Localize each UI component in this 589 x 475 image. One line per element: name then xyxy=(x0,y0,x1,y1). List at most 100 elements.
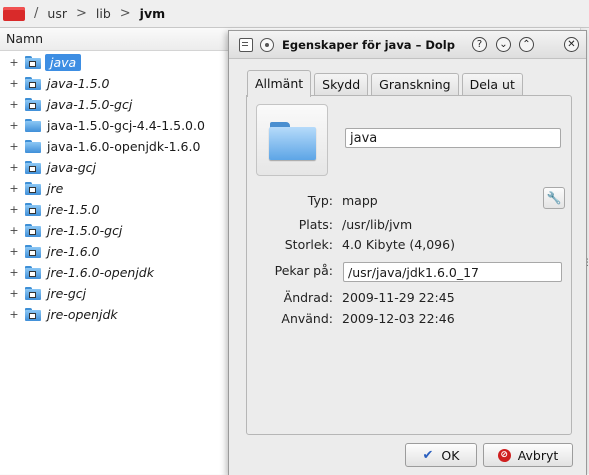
modified-row: Ändrad: 2009-11-29 22:45 xyxy=(247,289,547,307)
places-folder-icon[interactable] xyxy=(3,6,25,21)
expand-icon[interactable]: + xyxy=(9,98,19,111)
folder-link-icon xyxy=(25,223,41,237)
expand-icon[interactable]: + xyxy=(9,224,19,237)
folder-icon xyxy=(25,139,41,153)
points-to-field[interactable]: /usr/java/jdk1.6.0_17 xyxy=(343,262,562,282)
tree-item[interactable]: + java-1.6.0-openjdk-1.6.0 xyxy=(0,136,232,156)
folder-link-icon xyxy=(25,202,41,216)
location-value: /usr/lib/jvm xyxy=(342,217,413,232)
file-tree[interactable]: Namn + java + java-1.5.0 + java-1.5.0-gcj + jav… xyxy=(0,28,232,474)
breadcrumb-lib[interactable]: lib xyxy=(96,6,111,21)
tree-item[interactable]: + jre xyxy=(0,178,232,198)
cancel-label: Avbryt xyxy=(517,447,559,463)
tree-item-label: jre-openjdk xyxy=(47,306,118,322)
breadcrumb-usr[interactable]: usr xyxy=(47,6,67,21)
expand-icon[interactable]: + xyxy=(9,308,19,321)
dialog-title: Egenskaper för java – Dolp xyxy=(282,37,455,52)
folder-link-icon xyxy=(25,160,41,174)
tree-item-label: java-1.5.0-gcj xyxy=(47,96,133,112)
breadcrumb-jvm[interactable]: jvm xyxy=(140,6,165,21)
folder-icon-button[interactable] xyxy=(256,104,328,176)
tree-item[interactable]: + jre-gcj xyxy=(0,283,232,303)
tree-item[interactable]: + java-gcj xyxy=(0,157,232,177)
tree-item[interactable]: + java-1.5.0-gcj xyxy=(0,94,232,114)
tree-item-label: java-1.5.0 xyxy=(47,75,110,91)
accessed-row: Använd: 2009-12-03 22:46 xyxy=(247,310,547,328)
folder-link-icon xyxy=(25,265,41,279)
tree-item-label: java xyxy=(45,53,82,71)
on-all-desktops-icon[interactable] xyxy=(260,37,274,52)
expand-icon[interactable]: + xyxy=(9,119,19,132)
accessed-value: 2009-12-03 22:46 xyxy=(342,311,455,326)
tab-permissions[interactable]: Skydd xyxy=(314,73,369,96)
tree-item-label: jre-1.5.0-gcj xyxy=(47,222,123,238)
folder-link-icon xyxy=(25,307,41,321)
tree-item[interactable]: + jre-openjdk xyxy=(0,304,232,324)
ok-button[interactable]: ✔ OK xyxy=(405,443,477,467)
tree-item[interactable]: + jre-1.6.0 xyxy=(0,241,232,261)
folder-link-icon xyxy=(25,97,41,111)
tree-item[interactable]: + jre-1.5.0-gcj xyxy=(0,220,232,240)
tree-item[interactable]: + java xyxy=(0,52,232,72)
tree-item-label: jre-1.5.0 xyxy=(47,201,100,217)
modified-value: 2009-11-29 22:45 xyxy=(342,290,455,305)
expand-icon[interactable]: + xyxy=(9,77,19,90)
tab-preview[interactable]: Granskning xyxy=(371,73,459,96)
wrench-icon: 🔧 xyxy=(546,191,562,205)
window-menu-icon[interactable] xyxy=(239,37,253,52)
expand-icon[interactable]: + xyxy=(9,182,19,195)
expand-icon[interactable]: + xyxy=(9,140,19,153)
maximize-button[interactable]: ⌃ xyxy=(519,37,534,52)
size-value: 4.0 Kibyte (4,096) xyxy=(342,237,455,252)
expand-icon[interactable]: + xyxy=(9,266,19,279)
expand-icon[interactable]: + xyxy=(9,245,19,258)
properties-dialog: Egenskaper för java – Dolp ? ⌄ ⌃ ✕ Allmä… xyxy=(228,30,587,475)
tree-item-label: jre xyxy=(47,180,64,196)
expand-icon[interactable]: + xyxy=(9,287,19,300)
location-label: Plats: xyxy=(298,217,333,232)
general-tab-panel: java Typ: mapp 🔧 Plats: /usr/lib/jvm Sto… xyxy=(246,95,572,435)
points-to-label: Pekar på: xyxy=(274,263,333,278)
tree-item-label: jre-1.6.0-openjdk xyxy=(47,264,154,280)
breadcrumb-root[interactable]: / xyxy=(34,6,38,21)
folder-link-icon xyxy=(25,55,41,69)
configure-file-type-button[interactable]: 🔧 xyxy=(543,187,565,209)
type-row: Typ: mapp xyxy=(247,192,547,210)
tree-item-label: jre-1.6.0 xyxy=(47,243,100,259)
breadcrumb-separator: > xyxy=(75,6,87,21)
close-button[interactable]: ✕ xyxy=(564,37,579,52)
folder-link-icon xyxy=(25,181,41,195)
location-row: Plats: /usr/lib/jvm xyxy=(247,216,547,234)
points-to-row: Pekar på: /usr/java/jdk1.6.0_17 xyxy=(247,262,567,282)
check-icon: ✔ xyxy=(422,447,434,463)
tree-item[interactable]: + jre-1.6.0-openjdk xyxy=(0,262,232,282)
help-button[interactable]: ? xyxy=(472,37,487,52)
folder-link-icon xyxy=(25,76,41,90)
breadcrumb-bar: / usr > lib > jvm xyxy=(0,0,589,28)
accessed-label: Använd: xyxy=(281,311,333,326)
expand-icon[interactable]: + xyxy=(9,203,19,216)
name-field[interactable]: java xyxy=(345,128,561,148)
folder-icon xyxy=(25,118,41,132)
minimize-button[interactable]: ⌄ xyxy=(496,37,511,52)
type-value: mapp xyxy=(342,193,378,208)
tree-item[interactable]: + jre-1.5.0 xyxy=(0,199,232,219)
cancel-button[interactable]: ⊘ Avbryt xyxy=(483,443,573,467)
folder-link-icon xyxy=(25,286,41,300)
column-header-name[interactable]: Namn xyxy=(0,28,232,51)
tree-item[interactable]: + java-1.5.0 xyxy=(0,73,232,93)
expand-icon[interactable]: + xyxy=(9,56,19,69)
folder-link-icon xyxy=(25,244,41,258)
tab-bar: Allmänt Skydd Granskning Dela ut xyxy=(247,70,526,97)
breadcrumb-separator: > xyxy=(119,6,131,21)
tab-share[interactable]: Dela ut xyxy=(461,73,523,96)
cancel-icon: ⊘ xyxy=(497,448,511,462)
size-label: Storlek: xyxy=(284,237,333,252)
tab-general[interactable]: Allmänt xyxy=(247,70,312,97)
expand-icon[interactable]: + xyxy=(9,161,19,174)
type-label: Typ: xyxy=(307,193,333,208)
tree-item[interactable]: + java-1.5.0-gcj-4.4-1.5.0.0 xyxy=(0,115,232,135)
ok-label: OK xyxy=(441,447,460,463)
dialog-titlebar[interactable]: Egenskaper för java – Dolp ? ⌄ ⌃ ✕ xyxy=(229,31,586,59)
tree-item-label: jre-gcj xyxy=(47,285,87,301)
